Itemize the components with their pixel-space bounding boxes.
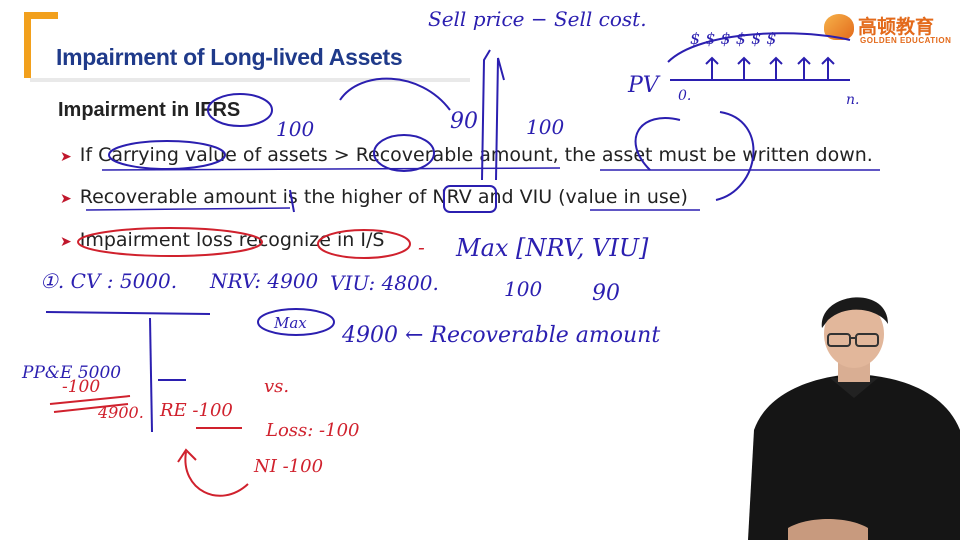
- annotation-number: 100: [276, 117, 314, 141]
- logo-name-cn: 高顿教育: [858, 16, 935, 38]
- bullet-item: ➤ If Carrying value of assets > Recoverab…: [60, 144, 873, 166]
- annotation-number: 90: [592, 281, 620, 306]
- bullet-text: Recoverable amount is the higher of NRV …: [79, 186, 688, 208]
- annotation-recoverable: 4900 ← Recoverable amount: [341, 323, 660, 348]
- bullet-arrow-icon: ➤: [60, 191, 72, 207]
- annotation-number: 100: [504, 277, 542, 301]
- annotation-number: 100: [526, 115, 564, 139]
- annotation-underline: [85, 207, 291, 211]
- annotation-ppe-result: 4900.: [97, 403, 144, 422]
- annotation-re: RE -100: [159, 400, 233, 421]
- slide-title: Impairment of Long-lived Assets: [56, 44, 403, 70]
- annotation-example-nrv: NRV: 4900: [209, 269, 319, 293]
- annotation-pv-n: n.: [846, 92, 859, 108]
- annotation-circle: [257, 308, 335, 336]
- annotation-ppe: PP&E 5000: [21, 363, 121, 383]
- bullet-arrow-icon: ➤: [60, 234, 72, 250]
- annotation-number: 90: [450, 109, 478, 134]
- brand-logo: 高顿教育 GOLDEN EDUCATION: [818, 6, 958, 50]
- bullet-item: ➤ Recoverable amount is the higher of NRV…: [60, 186, 688, 208]
- annotation-max-oval: Max: [273, 314, 307, 332]
- annotation-pv-label: PV: [627, 73, 661, 98]
- annotation-ppe-minus: -100: [62, 377, 100, 397]
- annotation-t-account: [149, 317, 153, 433]
- annotation-timeline-ticks: [705, 56, 835, 80]
- annotation-vs: vs.: [264, 376, 289, 397]
- annotation-ni: NI -100: [253, 456, 323, 477]
- annotation-pv-zero: 0.: [678, 88, 691, 104]
- annotation-top-formula: Sell price − Sell cost.: [428, 7, 647, 31]
- annotation-curve-arrow: [339, 77, 451, 111]
- annotation-underline: [101, 167, 561, 171]
- annotation-example-viu: VIU: 4800.: [330, 271, 439, 295]
- bullet-arrow-icon: ➤: [60, 149, 72, 165]
- annotation-underline: [45, 311, 211, 315]
- bullet-item: ➤ Impairment loss recognize in I/S: [60, 229, 384, 251]
- annotation-cashflows: $ $ $ $ $ $: [690, 29, 777, 48]
- presenter-video-figure: [748, 297, 960, 540]
- bullet-text: If Carrying value of assets > Recoverabl…: [79, 144, 873, 166]
- bullet-text: Impairment loss recognize in I/S: [79, 229, 385, 251]
- annotation-red-lines: [49, 395, 131, 413]
- logo-mark-icon: [824, 14, 854, 40]
- annotation-red-curve-arrow: [177, 448, 249, 497]
- logo-name-en: GOLDEN EDUCATION: [860, 36, 952, 45]
- title-divider: [30, 78, 470, 82]
- title-bracket-decoration: [24, 12, 58, 78]
- annotation-example-cv: ①. CV : 5000.: [40, 269, 177, 293]
- annotation-loss: Loss: -100: [265, 420, 360, 441]
- annotation-max-formula: Max [NRV, VIU]: [455, 234, 649, 262]
- slide-subheading: Impairment in IFRS: [58, 99, 241, 121]
- annotation-dash: -: [418, 235, 425, 259]
